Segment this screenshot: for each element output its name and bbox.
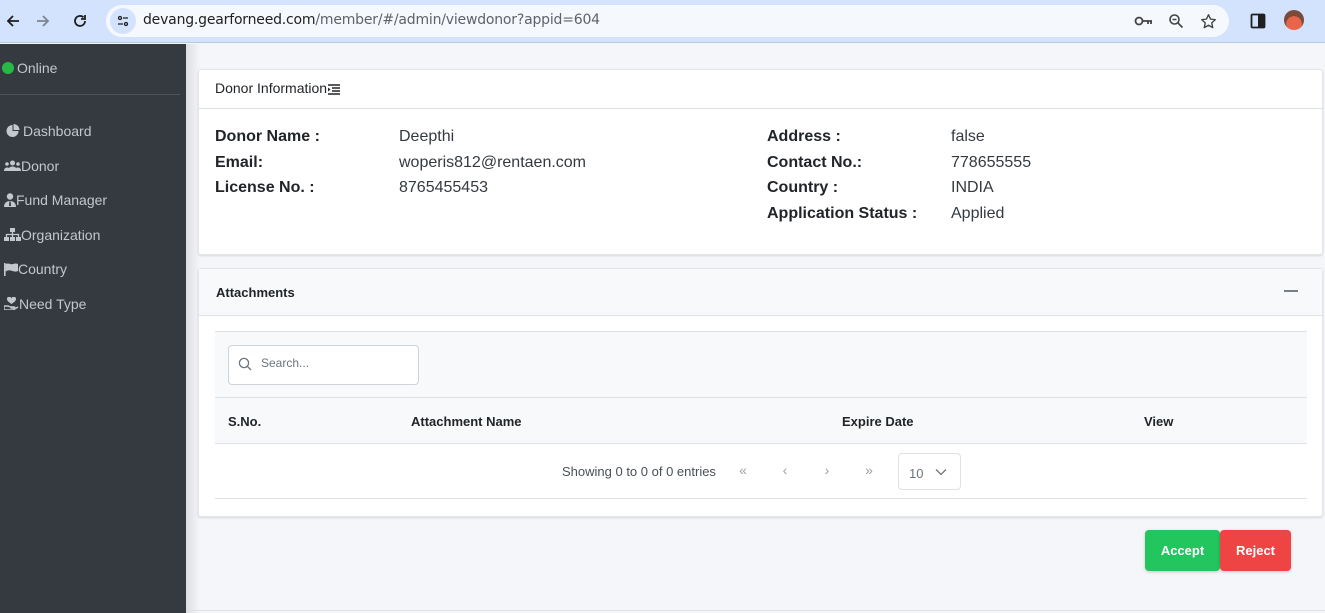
address-value: false: [951, 128, 985, 145]
sidebar-item-label: Donor: [21, 157, 60, 174]
browser-toolbar: devang.gearforneed.com/member/#/admin/vi…: [0, 0, 1325, 43]
page-size-value: 10: [909, 466, 924, 481]
search-input[interactable]: [261, 356, 411, 370]
donor-card-title: Donor Information: [215, 80, 328, 96]
pie-chart-icon: [6, 124, 20, 138]
sidebar-item-country[interactable]: Country: [4, 252, 107, 287]
last-page-button[interactable]: »: [861, 462, 877, 478]
side-panel-icon: [1250, 13, 1266, 29]
application-status-label: Application Status :: [767, 205, 918, 222]
sidebar-item-label: Dashboard: [23, 123, 92, 140]
forward-icon: [37, 15, 50, 27]
column-header-sno[interactable]: S.No.: [228, 414, 261, 429]
forward-button[interactable]: [30, 8, 56, 34]
attachments-title: Attachments: [216, 285, 295, 300]
accept-button[interactable]: Accept: [1145, 530, 1220, 571]
back-icon: [6, 15, 19, 27]
site-info-icon: [117, 15, 129, 27]
password-key-icon: [1134, 16, 1152, 26]
reject-button[interactable]: Reject: [1220, 530, 1291, 571]
column-header-attachment-name[interactable]: Attachment Name: [411, 414, 522, 429]
next-page-button[interactable]: ›: [819, 462, 835, 478]
url-path: /member/#/admin/viewdonor?appid=604: [315, 12, 600, 28]
page-size-select[interactable]: 10: [898, 453, 961, 490]
sidebar-item-donor[interactable]: Donor: [4, 149, 107, 184]
entries-info: Showing 0 to 0 of 0 entries: [562, 464, 716, 479]
donor-information-card: Donor Information Donor Name : Deepthi E…: [198, 69, 1323, 255]
sidebar-item-dashboard[interactable]: Dashboard: [4, 114, 107, 149]
password-key-button[interactable]: [1133, 11, 1155, 31]
side-panel-button[interactable]: [1246, 9, 1270, 33]
attachments-table: S.No. Attachment Name Expire Date View S…: [215, 331, 1307, 499]
sidebar-item-organization[interactable]: Organization: [4, 218, 107, 253]
email-value: woperis812@rentaen.com: [399, 154, 587, 171]
flag-icon: [4, 262, 18, 276]
site-info-button[interactable]: [110, 8, 136, 34]
license-label: License No. :: [215, 179, 315, 196]
sidebar-item-label: Organization: [21, 226, 101, 243]
donor-name-value: Deepthi: [399, 128, 455, 145]
chevron-down-icon: [935, 469, 947, 476]
sidebar-item-label: Fund Manager: [16, 192, 108, 209]
column-header-view[interactable]: View: [1144, 414, 1173, 429]
users-icon: [4, 160, 21, 171]
donor-name-label: Donor Name :: [215, 128, 320, 145]
email-label: Email:: [215, 154, 264, 171]
reload-icon: [74, 15, 86, 27]
back-button[interactable]: [0, 8, 26, 34]
sidebar-menu: Dashboard Donor Fund Manager Organizatio…: [4, 114, 107, 321]
menu-toggle-icon[interactable]: [328, 83, 341, 95]
contact-value: 778655555: [951, 154, 1032, 171]
sidebar-item-fund-manager[interactable]: Fund Manager: [4, 183, 107, 218]
license-value: 8765455453: [399, 179, 488, 196]
table-toolbar: [215, 331, 1307, 398]
sitemap-icon: [4, 228, 21, 242]
country-label: Country :: [767, 179, 839, 196]
zoom-icon: [1169, 14, 1184, 29]
collapse-button[interactable]: [1284, 290, 1298, 292]
contact-label: Contact No.:: [767, 154, 863, 171]
application-status-value: Applied: [951, 205, 1005, 222]
bookmark-button[interactable]: [1197, 11, 1219, 31]
reload-button[interactable]: [67, 8, 93, 34]
url-domain: devang.gearforneed.com: [143, 12, 316, 28]
zoom-button[interactable]: [1165, 11, 1187, 31]
first-page-button[interactable]: «: [735, 462, 751, 478]
address-label: Address :: [767, 128, 841, 145]
attachments-card: Attachments S.No. Attachment Name Expire…: [198, 268, 1323, 517]
user-tie-icon: [4, 193, 16, 208]
status-label: Online: [17, 60, 58, 76]
column-header-expire-date[interactable]: Expire Date: [842, 414, 914, 429]
prev-page-button[interactable]: ‹: [777, 462, 793, 478]
hand-heart-icon: [4, 297, 19, 311]
footer-divider: [186, 610, 1325, 611]
sidebar-item-label: Country: [18, 261, 68, 278]
sidebar-divider: [0, 94, 180, 95]
country-value: INDIA: [951, 179, 994, 196]
address-bar[interactable]: devang.gearforneed.com/member/#/admin/vi…: [106, 5, 1229, 37]
pagination-bar: Showing 0 to 0 of 0 entries « ‹ › » 10: [215, 444, 1307, 499]
sidebar-item-label: Need Type: [19, 295, 87, 312]
profile-avatar[interactable]: [1284, 10, 1304, 30]
url-text[interactable]: devang.gearforneed.com/member/#/admin/vi…: [143, 12, 600, 28]
donor-card-header: Donor Information: [199, 70, 1322, 109]
sidebar: Online Dashboard Donor Fund Manager Orga…: [0, 44, 186, 613]
bookmark-star-icon: [1200, 13, 1216, 28]
search-icon: [238, 357, 252, 371]
online-status-dot: [2, 62, 14, 74]
user-status: Online: [2, 60, 57, 76]
attachments-header: Attachments: [199, 269, 1322, 316]
search-box: [228, 345, 419, 385]
table-header: S.No. Attachment Name Expire Date View: [215, 398, 1307, 444]
sidebar-item-need-type[interactable]: Need Type: [4, 287, 107, 322]
